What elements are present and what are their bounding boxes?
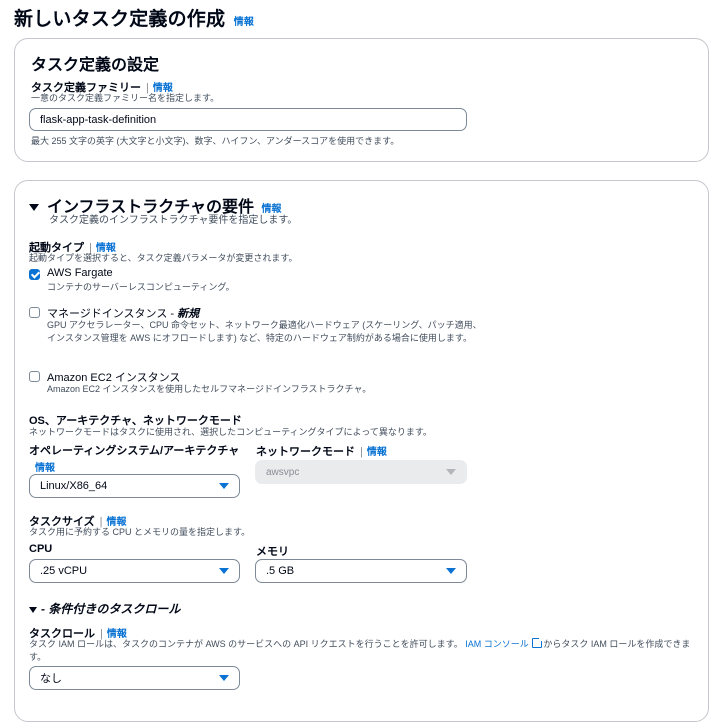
os-select-value: Linux/X86_64 xyxy=(40,480,108,492)
chevron-down-icon xyxy=(446,568,456,574)
iam-console-link[interactable]: IAM コンソール xyxy=(465,637,544,649)
task-size-description: タスク用に予約する CPU とメモリの量を指定します。 xyxy=(29,527,251,537)
memory-select-value: .5 GB xyxy=(266,565,295,577)
network-mode-value: awsvpc xyxy=(266,466,300,478)
task-role-description: タスク IAM ロールは、タスクのコンテナが AWS のサービスへの API リ… xyxy=(29,637,699,664)
task-definition-settings-panel: タスク定義の設定 タスク定義ファミリー | 情報 一意のタスク定義ファミリー名を指定… xyxy=(14,38,709,162)
chevron-down-icon xyxy=(219,568,229,574)
divider: | xyxy=(360,446,363,458)
fargate-checkbox[interactable] xyxy=(29,269,40,280)
os-info-link[interactable]: 情報 xyxy=(35,463,55,474)
external-link-icon xyxy=(532,637,544,648)
memory-select[interactable]: .5 GB xyxy=(255,559,467,583)
cpu-label: CPU xyxy=(29,543,53,555)
os-label-row: オペレーティングシステム/アーキテクチャ 情報 xyxy=(29,442,249,476)
os-label: オペレーティングシステム/アーキテクチャ xyxy=(29,445,240,457)
managed-instances-checkbox[interactable] xyxy=(29,307,40,318)
family-name-input[interactable] xyxy=(29,108,467,131)
ec2-checkbox[interactable] xyxy=(29,371,40,382)
task-role-section-toggle[interactable]: - 条件付きのタスクロール xyxy=(29,600,180,617)
fargate-label[interactable]: AWS Fargate xyxy=(47,267,113,279)
os-select[interactable]: Linux/X86_64 xyxy=(29,474,240,498)
network-mode-label: ネットワークモード xyxy=(256,446,355,458)
chevron-down-icon xyxy=(219,483,229,489)
network-mode-label-row: ネットワークモード | 情報 xyxy=(256,442,387,460)
task-role-desc-text: タスク IAM ロールは、タスクのコンテナが AWS のサービスへの API リ… xyxy=(29,639,463,649)
page-title: 新しいタスク定義の作成 情報 xyxy=(14,4,254,31)
memory-label: メモリ xyxy=(256,546,289,558)
network-mode-info-link[interactable]: 情報 xyxy=(367,447,387,458)
cpu-select[interactable]: .25 vCPU xyxy=(29,559,240,583)
infrastructure-requirements-panel: インフラストラクチャの要件 情報 タスク定義のインフラストラクチャ要件を指定しま… xyxy=(14,180,709,722)
task-role-select[interactable]: なし xyxy=(29,666,240,690)
task-role-select-value: なし xyxy=(40,673,62,685)
fargate-description: コンテナのサーバーレスコンピューティング。 xyxy=(47,282,235,292)
expand-caret-icon xyxy=(29,606,37,613)
expand-caret-icon xyxy=(29,204,39,212)
task-role-section-heading: - 条件付きのタスクロール xyxy=(41,602,181,616)
chevron-down-icon xyxy=(219,675,229,681)
page-info-link[interactable]: 情報 xyxy=(234,17,254,28)
page-title-text: 新しいタスク定義の作成 xyxy=(14,9,226,30)
iam-console-link-text: IAM コンソール xyxy=(465,639,529,649)
managed-instances-description: GPU アクセラレーター、CPU 命令セット、ネットワーク最適化ハードウェア (… xyxy=(47,320,482,343)
cpu-select-value: .25 vCPU xyxy=(40,565,88,577)
launch-type-description: 起動タイプを選択すると、タスク定義パラメータが変更されます。 xyxy=(29,253,298,263)
network-mode-select: awsvpc xyxy=(255,460,467,484)
family-description: 一意のタスク定義ファミリー名を指定します。 xyxy=(31,93,220,103)
family-constraint-hint: 最大 255 文字の英字 (大文字と小文字)、数字、ハイフン、アンダースコアを使… xyxy=(31,136,400,146)
task-settings-heading: タスク定義の設定 xyxy=(31,57,160,74)
chevron-down-icon xyxy=(446,469,456,475)
infra-description: タスク定義のインフラストラクチャ要件を指定します。 xyxy=(49,215,298,226)
os-arch-description: ネットワークモードはタスクに使用され、選択したコンピューティングタイプによって異… xyxy=(29,427,432,437)
ec2-description: Amazon EC2 インスタンスを使用したセルフマネージドインフラストラクチャ… xyxy=(47,384,372,394)
